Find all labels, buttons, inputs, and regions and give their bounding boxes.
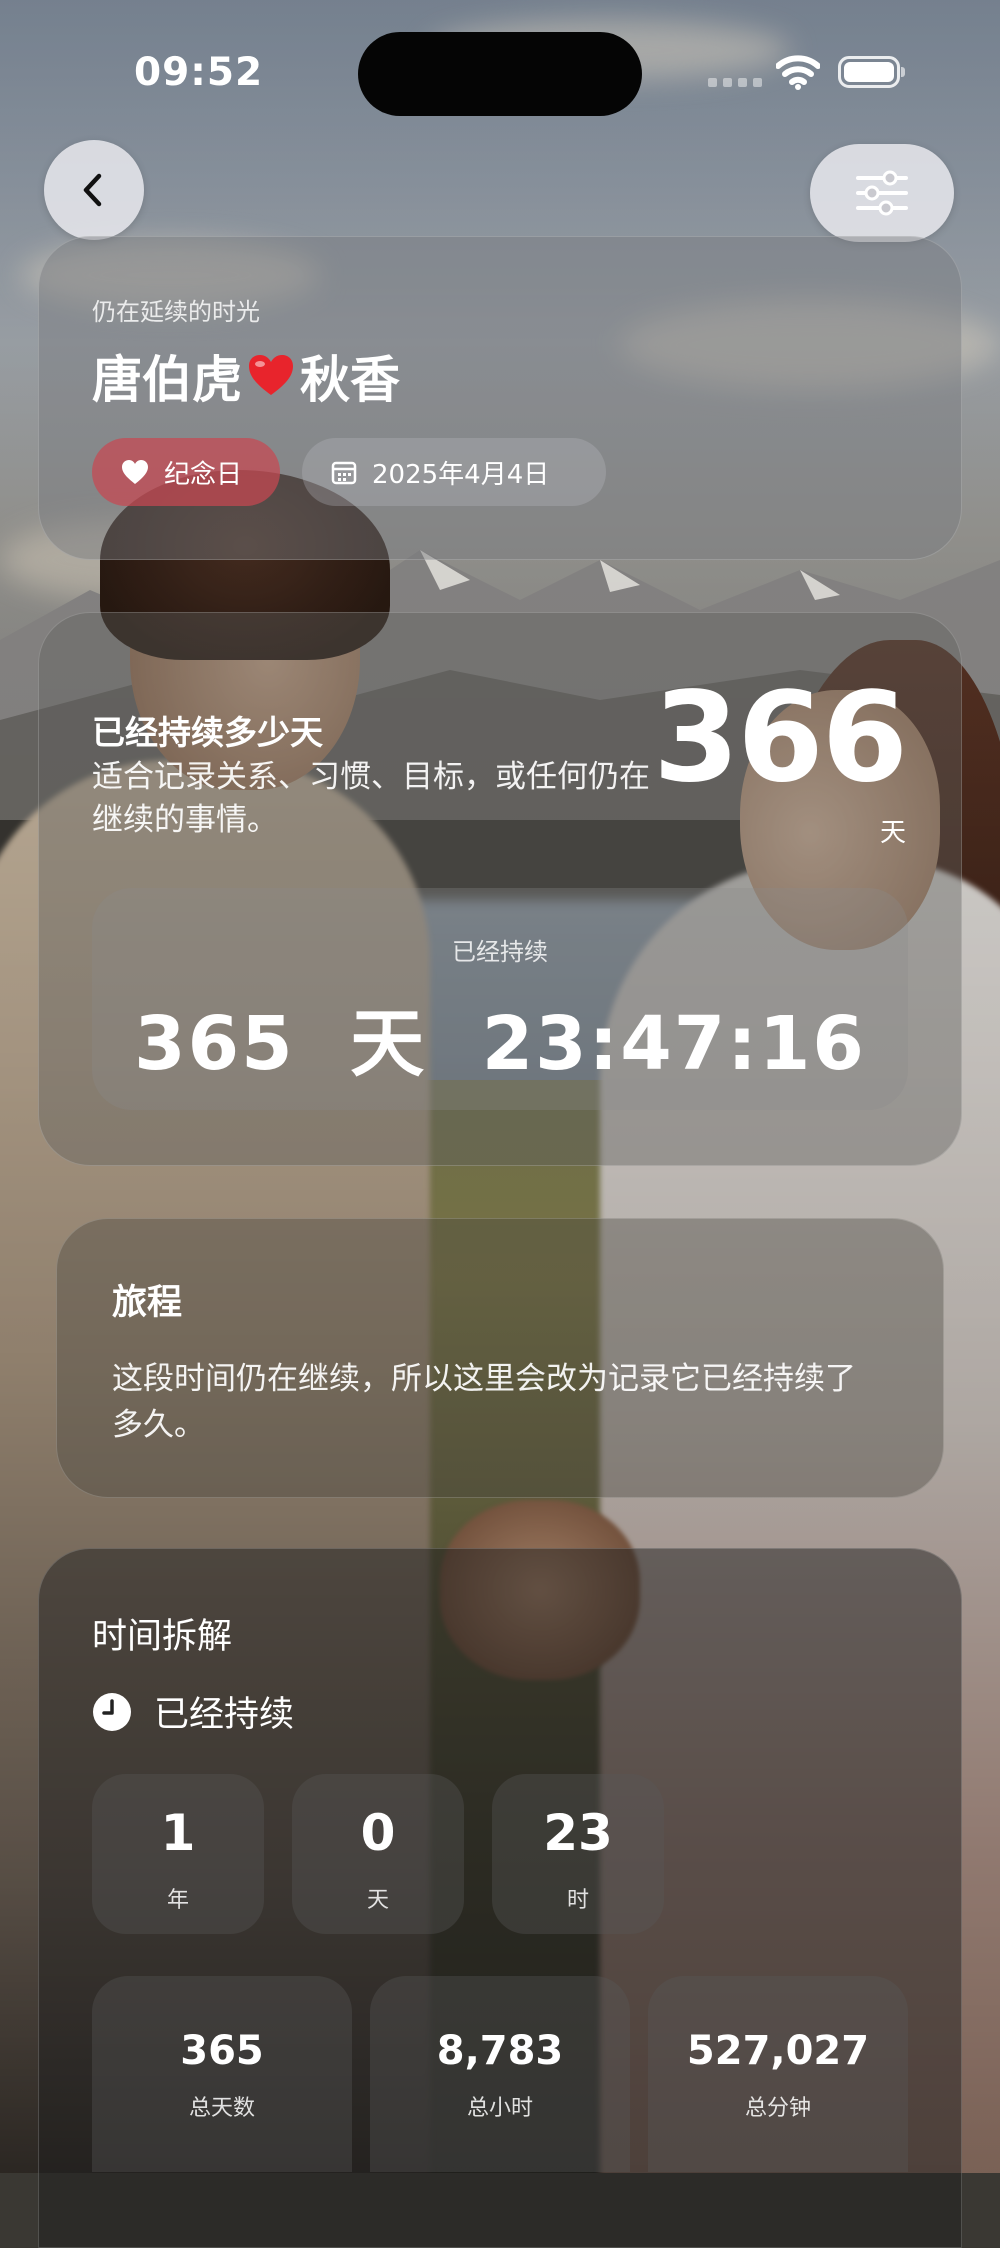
wifi-icon (776, 55, 820, 90)
total-minutes-unit: 总分钟 (744, 2096, 811, 2121)
sliders-icon (856, 170, 908, 216)
tag-label: 纪念日 (164, 459, 243, 490)
journey-text: 这段时间仍在继续，所以这里会改为记录它已经持续了多久。 (112, 1361, 856, 1443)
clock-icon (93, 1692, 131, 1731)
years-cell: 1 年 (92, 1774, 264, 1934)
years-unit: 年 (166, 1888, 189, 1913)
day-count: 366 (653, 666, 908, 810)
hours-unit: 时 (566, 1888, 589, 1913)
back-button[interactable] (44, 140, 144, 240)
calendar-icon (331, 461, 357, 485)
couple-title: 唐伯虎 秋香 (92, 340, 400, 412)
cellular-signal-icon (708, 78, 762, 87)
hours-value: 23 (543, 1804, 613, 1862)
date-label: 2025年4月4日 (372, 459, 550, 490)
elapsed-timer-box: 已经持续 365 天 23:47:16 (92, 888, 908, 1110)
breakdown-title: 时间拆解 (92, 1617, 233, 1657)
date-chip[interactable]: 2025年4月4日 (302, 438, 606, 506)
name-left: 唐伯虎 (92, 351, 242, 409)
total-days-unit: 总天数 (188, 2096, 255, 2121)
total-hours-cell: 8,783 总小时 (370, 1976, 630, 2172)
total-minutes-cell: 527,027 总分钟 (648, 1976, 908, 2172)
total-hours-unit: 总小时 (466, 2096, 533, 2121)
timer-label: 已经持续 (452, 938, 548, 966)
days-unit: 天 (366, 1888, 389, 1913)
years-value: 1 (160, 1804, 196, 1862)
filter-button[interactable] (810, 144, 954, 242)
total-minutes-value: 527,027 (686, 2028, 870, 2074)
total-hours-value: 8,783 (436, 2028, 564, 2074)
anniversary-tag[interactable]: 纪念日 (92, 438, 280, 506)
elapsed-timer: 365 天 23:47:16 (134, 1001, 866, 1087)
name-right: 秋香 (300, 351, 400, 409)
days-cell: 0 天 (292, 1774, 464, 1934)
days-value: 0 (360, 1804, 396, 1862)
total-days-value: 365 (180, 2028, 264, 2074)
status-time: 09:52 (134, 50, 264, 95)
red-heart-icon (249, 355, 293, 395)
card-subtitle: 仍在延续的时光 (92, 298, 260, 326)
dynamic-island (358, 32, 642, 116)
battery-icon (838, 56, 905, 88)
duration-heading: 已经持续多少天 (92, 713, 323, 752)
duration-description: 适合记录关系、习惯、目标，或任何仍在继续的事情。 (92, 759, 650, 838)
heart-icon (122, 460, 148, 484)
journey-title: 旅程 (112, 1283, 183, 1323)
day-unit: 天 (880, 818, 907, 848)
breakdown-subtitle: 已经持续 (92, 1686, 294, 1737)
hours-cell: 23 时 (492, 1774, 664, 1934)
breakdown-subtitle-label: 已经持续 (154, 1695, 295, 1735)
total-days-cell: 365 总天数 (92, 1976, 352, 2172)
chevron-left-icon (83, 173, 102, 207)
